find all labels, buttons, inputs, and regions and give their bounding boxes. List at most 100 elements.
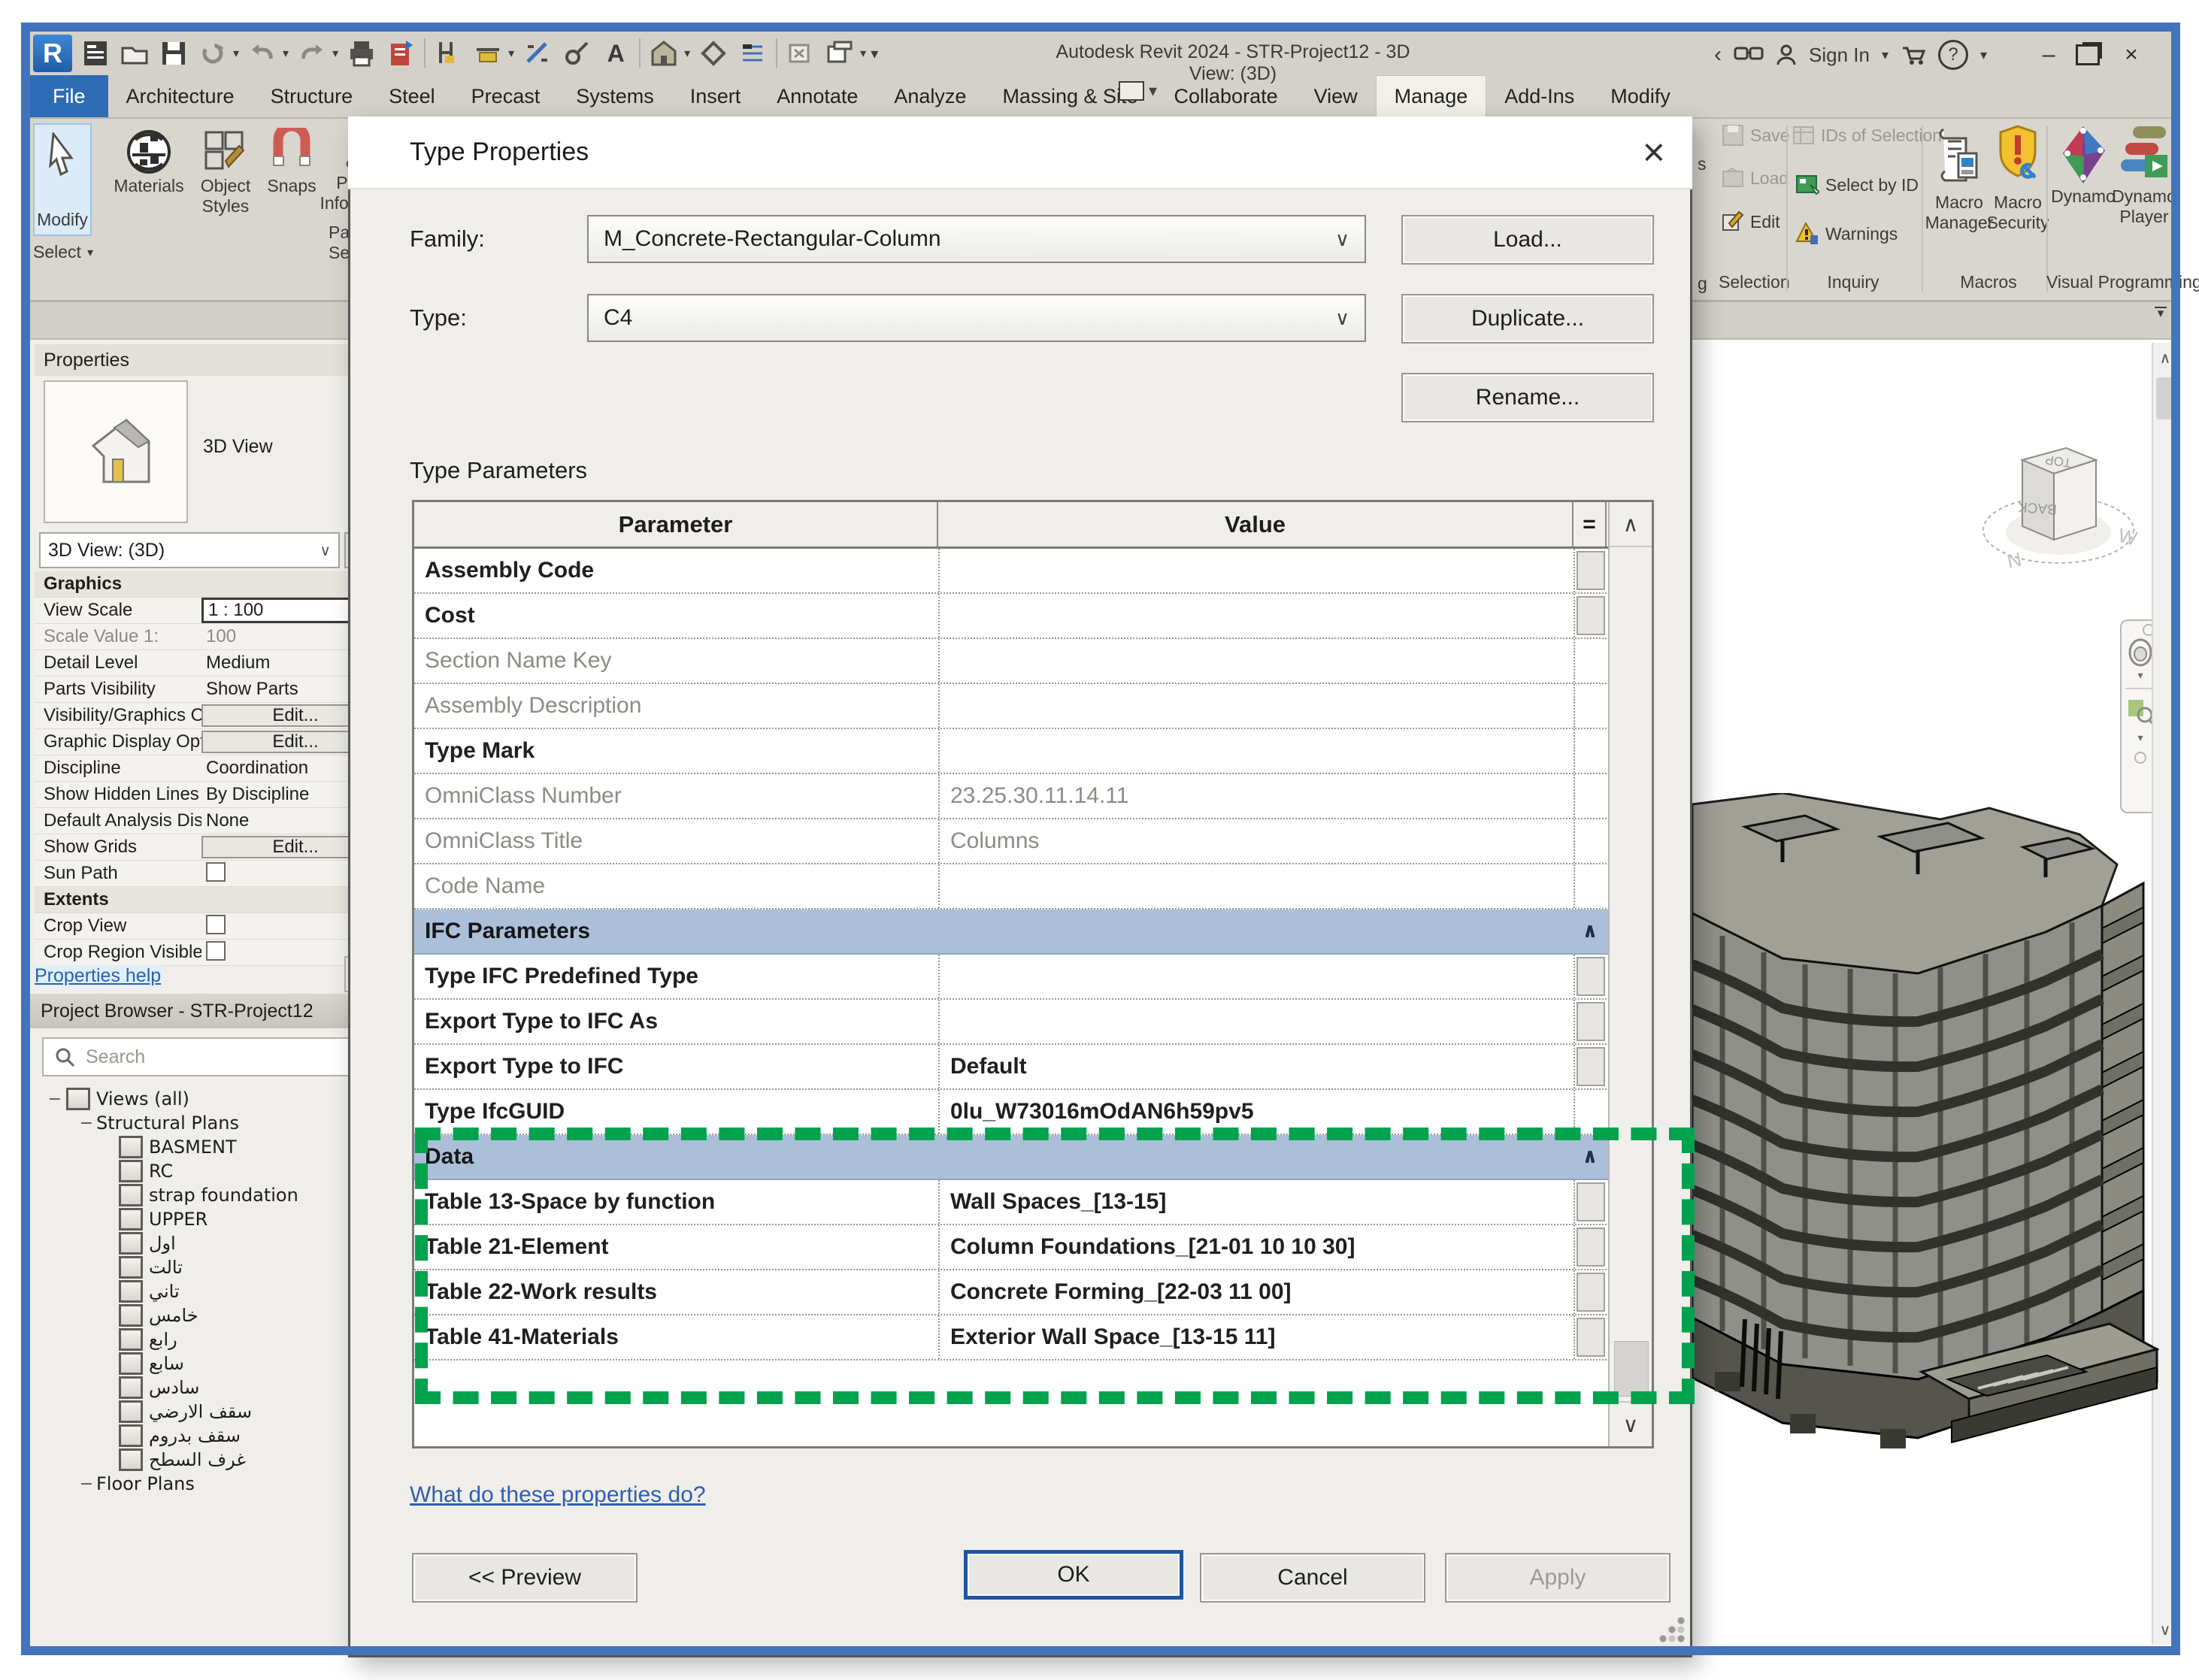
associate-parameter-cell[interactable]: ∧∧ bbox=[1574, 1090, 1607, 1134]
associate-parameter-cell[interactable]: ∧∧ bbox=[1574, 549, 1607, 592]
table-row[interactable]: Section Name Key ∧∧ bbox=[414, 639, 1652, 684]
parameter-value[interactable]: Wall Spaces_[13-15] bbox=[938, 1180, 1574, 1224]
associate-parameter-button[interactable] bbox=[1577, 1227, 1605, 1267]
property-row[interactable]: Scale Value 1: 100 bbox=[35, 624, 388, 650]
associate-parameter-button[interactable] bbox=[1577, 1182, 1605, 1221]
tree-item[interactable]: خامس bbox=[35, 1303, 388, 1327]
associate-parameter-cell[interactable]: ∧∧ bbox=[1574, 594, 1607, 637]
document-icon[interactable] bbox=[80, 37, 111, 70]
duplicate-button[interactable]: Duplicate... bbox=[1401, 294, 1654, 344]
parameter-value[interactable]: 0lu_W73016mOdAN6h59pv5 bbox=[938, 1090, 1574, 1134]
preview-button[interactable]: << Preview bbox=[412, 1553, 638, 1603]
parameter-value[interactable] bbox=[938, 549, 1574, 592]
caret-icon[interactable]: ▾ bbox=[1882, 47, 1889, 63]
edit-selection-button[interactable]: Edit bbox=[1722, 210, 1780, 233]
tree-item[interactable]: سقف الارضي bbox=[35, 1400, 388, 1424]
tree-item[interactable]: BASMENT bbox=[35, 1135, 388, 1159]
table-row[interactable]: Export Type to IFC Default ∧∧ bbox=[414, 1045, 1652, 1090]
associate-parameter-cell[interactable]: ∧∧ bbox=[1574, 910, 1607, 953]
text-icon[interactable]: A bbox=[600, 37, 632, 70]
search-input[interactable]: Search bbox=[42, 1037, 388, 1076]
cart-icon[interactable] bbox=[1901, 44, 1926, 66]
property-row[interactable]: Default Analysis Display S... None bbox=[35, 808, 388, 834]
selection-panel-label[interactable]: Selection bbox=[1719, 272, 1790, 292]
table-row[interactable]: Table 41-Materials Exterior Wall Space_[… bbox=[414, 1315, 1652, 1361]
load-selection-button[interactable]: Load bbox=[1722, 167, 1789, 189]
property-row[interactable]: Sun Path bbox=[35, 861, 388, 887]
object-styles-button[interactable]: Object Styles bbox=[189, 128, 262, 216]
steering-wheel-icon[interactable] bbox=[2125, 636, 2155, 669]
property-row[interactable]: Visibility/Graphics Overri... Edit... bbox=[35, 703, 388, 729]
project-browser-header[interactable]: Project Browser - STR-Project12 bbox=[30, 994, 392, 1028]
parameter-value[interactable] bbox=[938, 1000, 1574, 1043]
back-arrow-icon[interactable]: ‹ bbox=[1714, 42, 1722, 68]
view-type-thumbnail[interactable] bbox=[44, 380, 188, 523]
tab-1[interactable]: Architecture bbox=[108, 75, 253, 117]
parameter-value[interactable]: Default bbox=[938, 1045, 1574, 1088]
measure-icon[interactable] bbox=[433, 37, 465, 70]
table-row[interactable]: Code Name ∧∧ bbox=[414, 864, 1652, 910]
property-row[interactable]: Graphics bbox=[35, 571, 388, 598]
table-row[interactable]: Assembly Code ∧∧ bbox=[414, 549, 1652, 594]
caret-icon[interactable]: ▾ bbox=[684, 46, 690, 61]
associate-parameter-cell[interactable]: ∧∧ bbox=[1574, 1315, 1607, 1359]
property-row[interactable]: Crop View bbox=[35, 913, 388, 940]
family-combobox[interactable]: M_Concrete-Rectangular-Column ∨ bbox=[587, 215, 1366, 263]
table-row[interactable]: Table 13-Space by function Wall Spaces_[… bbox=[414, 1180, 1652, 1225]
parameter-value[interactable] bbox=[938, 639, 1574, 683]
thin-lines-icon[interactable] bbox=[737, 37, 768, 70]
associate-parameter-button[interactable] bbox=[1577, 1273, 1605, 1312]
tree-item[interactable]: سقف بدروم bbox=[35, 1424, 388, 1448]
dialog-resize-grip[interactable] bbox=[1657, 1615, 1687, 1645]
tab-5[interactable]: Systems bbox=[558, 75, 672, 117]
save-selection-button[interactable]: Save bbox=[1722, 124, 1789, 147]
associate-parameter-button[interactable] bbox=[1577, 1047, 1605, 1086]
print-icon[interactable] bbox=[346, 37, 377, 70]
tree-item[interactable]: سابع bbox=[35, 1352, 388, 1376]
tree-item[interactable]: − Views (all) bbox=[35, 1087, 388, 1111]
save-icon[interactable] bbox=[158, 37, 189, 70]
export-icon[interactable] bbox=[385, 37, 416, 70]
collapse-section-icon[interactable]: ∧ ∧ bbox=[1583, 922, 1598, 941]
caret-icon[interactable]: ▾ bbox=[332, 46, 338, 61]
table-row[interactable]: Type IfcGUID 0lu_W73016mOdAN6h59pv5 ∧∧ bbox=[414, 1090, 1652, 1135]
table-row[interactable]: Type Mark ∧∧ bbox=[414, 729, 1652, 774]
tree-item[interactable]: UPPER bbox=[35, 1207, 388, 1231]
customize-qat-icon[interactable]: ▾ bbox=[871, 44, 878, 63]
properties-help-link[interactable]: Properties help bbox=[35, 965, 162, 987]
tree-item[interactable]: − Structural Plans bbox=[35, 1111, 388, 1135]
close-inactive-windows-icon[interactable] bbox=[785, 37, 816, 70]
table-row[interactable]: Data ∧ ∧ bbox=[414, 1135, 1652, 1180]
tree-item[interactable]: رابع bbox=[35, 1327, 388, 1352]
select-panel-label[interactable]: Select ▾ bbox=[33, 242, 116, 262]
type-combobox[interactable]: C4 ∨ bbox=[587, 294, 1366, 342]
parameter-value[interactable] bbox=[938, 729, 1574, 773]
value-column-header[interactable]: Value bbox=[938, 502, 1574, 546]
ok-button[interactable]: OK bbox=[964, 1550, 1183, 1600]
scroll-thumb[interactable] bbox=[1614, 1341, 1649, 1397]
associate-parameter-cell[interactable]: ∧∧ bbox=[1574, 1225, 1607, 1269]
caret-icon[interactable]: ▾ bbox=[283, 46, 289, 61]
associate-parameter-cell[interactable]: ∧∧ bbox=[1574, 955, 1607, 998]
table-row[interactable]: Table 21-Element Column Foundations_[21-… bbox=[414, 1225, 1652, 1270]
sync-icon[interactable] bbox=[197, 37, 229, 70]
minimize-button[interactable]: – bbox=[2034, 42, 2064, 68]
associate-parameter-cell[interactable]: ∧∧ bbox=[1574, 774, 1607, 818]
caret-icon[interactable]: ▾ bbox=[508, 46, 514, 61]
switch-windows-icon[interactable] bbox=[824, 37, 856, 70]
table-row[interactable]: OmniClass Title Columns ∧∧ bbox=[414, 819, 1652, 864]
revit-logo[interactable]: R bbox=[33, 35, 72, 72]
view-selector[interactable]: 3D View: (3D) ∨ bbox=[39, 532, 340, 568]
redo-icon[interactable] bbox=[296, 37, 328, 70]
dialog-titlebar[interactable]: Type Properties × bbox=[348, 117, 1692, 189]
select-by-id-button[interactable]: Select by ID bbox=[1795, 173, 1919, 197]
associate-parameter-cell[interactable]: ∧∧ bbox=[1574, 729, 1607, 773]
associate-parameter-cell[interactable]: ∧∧ bbox=[1574, 1000, 1607, 1043]
macro-security-button[interactable]: Macro Security bbox=[1986, 123, 2049, 233]
scroll-thumb[interactable] bbox=[2156, 377, 2174, 419]
table-row[interactable]: Type IFC Predefined Type ∧∧ bbox=[414, 955, 1652, 1000]
restore-button[interactable] bbox=[2076, 44, 2101, 65]
parameter-value[interactable] bbox=[938, 594, 1574, 637]
property-row[interactable]: Discipline Coordination bbox=[35, 755, 388, 782]
table-scrollbar[interactable]: ∧ ∨ bbox=[1608, 502, 1652, 1446]
